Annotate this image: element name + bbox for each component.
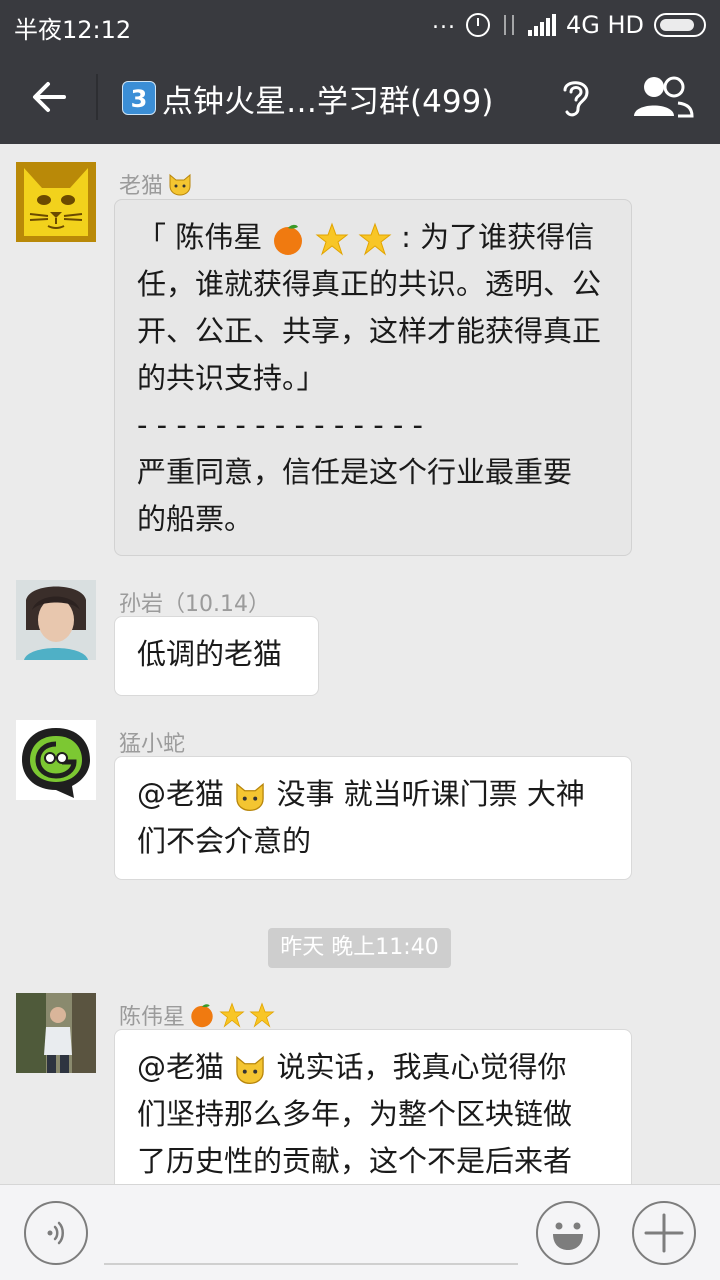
chat-title[interactable]: 3 点钟火星…学习群(499) xyxy=(122,76,493,120)
data-transfer-icon xyxy=(500,13,518,37)
battery-icon xyxy=(654,13,706,37)
message-line: @老猫 说实话，我真心觉得你 xyxy=(137,1050,567,1085)
sender-name: 猛小蛇 xyxy=(119,732,186,757)
voice-input-button[interactable] xyxy=(24,1201,88,1265)
glowing-star-icon xyxy=(315,222,349,256)
tangerine-icon xyxy=(274,224,303,255)
glowing-star-icon xyxy=(219,1002,245,1028)
message-bubble[interactable]: 「 陈伟星 : 为了谁获得信 任，谁就获得真正的共识。透明、公 开、公正、共享，… xyxy=(114,199,632,556)
number-badge: 3 xyxy=(122,81,156,115)
input-bar xyxy=(0,1184,720,1280)
avatar[interactable] xyxy=(16,720,96,800)
avatar[interactable] xyxy=(16,993,96,1073)
back-arrow-icon xyxy=(33,82,66,112)
network-label: 4G HD xyxy=(565,11,644,39)
mention[interactable]: @老猫 xyxy=(137,1050,224,1084)
plus-icon xyxy=(644,1213,684,1253)
glowing-star-icon xyxy=(249,1002,275,1028)
status-bar: 半夜12:12 ... 4G HD xyxy=(0,0,720,50)
group-info-button[interactable] xyxy=(632,74,694,120)
timestamp-divider: 昨天 晚上11:40 xyxy=(268,928,451,968)
message-line: 了历史性的贡献，这个不是后来者 xyxy=(137,1144,573,1178)
snake-avatar-icon xyxy=(16,720,96,800)
person-avatar-icon xyxy=(16,580,96,660)
mention[interactable]: @老猫 xyxy=(137,777,224,811)
message-line: 低调的老猫 xyxy=(137,637,283,671)
status-dots: ... xyxy=(431,8,456,34)
chat-title-text: 点钟火星…学习群(499) xyxy=(162,83,494,120)
emoji-icon xyxy=(553,1222,583,1250)
group-members-icon xyxy=(634,76,694,118)
tangerine-icon xyxy=(191,1004,213,1028)
message-line: 的船票。 xyxy=(137,502,254,536)
sender-name: 老猫 xyxy=(119,168,193,200)
more-actions-button[interactable] xyxy=(632,1201,696,1265)
message-line: 开、公正、共享，这样才能获得真正 xyxy=(137,314,602,348)
message-input[interactable] xyxy=(104,1205,518,1265)
back-button[interactable] xyxy=(24,72,74,122)
cat-face-icon xyxy=(236,782,264,812)
message-line: 们不会介意的 xyxy=(137,824,312,858)
earpiece-mode-button[interactable] xyxy=(558,74,594,120)
sender-name: 孙岩（10.14） xyxy=(119,592,270,617)
message-line: 们坚持那么多年，为整个区块链做 xyxy=(137,1097,573,1131)
cat-avatar-icon xyxy=(16,162,96,242)
message-line: 任，谁就获得真正的共识。透明、公 xyxy=(137,267,602,301)
cat-face-icon xyxy=(236,1055,264,1085)
sender-name: 陈伟星 xyxy=(119,999,275,1031)
glowing-star-icon xyxy=(358,222,392,256)
status-time: 半夜12:12 xyxy=(14,16,132,44)
message-bubble[interactable]: @老猫 没事 就当听课门票 大神 们不会介意的 xyxy=(114,756,632,880)
emoji-button[interactable] xyxy=(536,1201,600,1265)
status-icons: ... 4G HD xyxy=(432,8,706,42)
message-line: @老猫 没事 就当听课门票 大神 xyxy=(137,777,585,812)
chat-header: 3 点钟火星…学习群(499) xyxy=(0,50,720,144)
message-line: 的共识支持。」 xyxy=(137,361,326,395)
ear-icon xyxy=(563,81,589,117)
cat-face-icon xyxy=(169,173,191,196)
voice-icon xyxy=(47,1221,64,1245)
alarm-icon xyxy=(465,13,490,37)
person-avatar-icon xyxy=(16,993,96,1073)
signal-icon xyxy=(527,14,556,36)
message-separator: - - - - - - - - - - - - - - - xyxy=(137,408,424,442)
avatar[interactable] xyxy=(16,580,96,660)
message-bubble[interactable]: 低调的老猫 xyxy=(114,616,319,696)
header-divider xyxy=(96,74,98,120)
message-line: 「 陈伟星 : 为了谁获得信 xyxy=(137,220,595,256)
message-line: 严重同意，信任是这个行业最重要 xyxy=(137,455,573,489)
avatar[interactable] xyxy=(16,162,96,242)
